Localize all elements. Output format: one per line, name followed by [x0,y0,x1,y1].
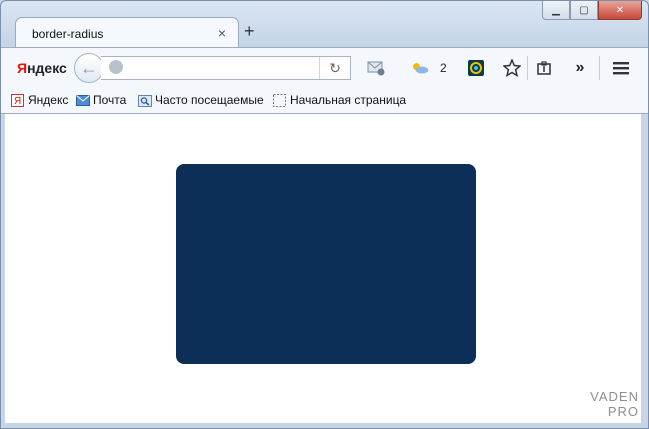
browser-window: ▁ ▢ ✕ border-radius × + Яндекс ← ↻ 2 » Я… [0,0,649,429]
bookmark-label: Часто посещаемые [155,93,264,107]
watermark-line-2: PRO [607,404,639,419]
close-window-button[interactable]: ✕ [598,1,642,20]
bookmarks-menu-icon[interactable] [535,59,553,77]
bookmark-yandex[interactable]: Я Яндекс [11,93,68,107]
globe-icon [109,60,123,74]
svg-text:Я: Я [14,96,21,107]
weather-icon[interactable] [411,59,429,77]
extension-icon[interactable] [467,59,485,77]
bookmark-mail[interactable]: Почта [76,93,126,107]
new-tab-button[interactable]: + [244,21,255,42]
hamburger-menu-icon[interactable] [612,59,630,77]
url-bar[interactable]: ↻ [101,56,351,80]
watermark-line-1: VADEN [590,389,639,404]
yandex-logo[interactable]: Яндекс [17,60,67,76]
blank-page-icon [273,93,286,107]
yandex-favicon-icon: Я [11,93,24,107]
navigation-toolbar: Яндекс ← ↻ 2 » [1,47,648,88]
yandex-logo-rest: ндекс [27,60,67,76]
tab-close-icon[interactable]: × [218,25,226,41]
bookmark-label: Яндекс [28,93,69,107]
tab-title: border-radius [32,27,104,41]
border-radius-demo-box [176,164,476,364]
maximize-button[interactable]: ▢ [570,1,598,20]
tab-border-radius[interactable]: border-radius × [15,17,239,48]
mail-notifier-icon[interactable] [367,59,385,77]
weather-temperature: 2 [440,61,447,75]
overflow-chevrons-icon[interactable]: » [571,59,589,77]
reload-button[interactable]: ↻ [319,57,350,79]
mail-favicon-icon [76,94,90,107]
bookmark-label: Начальная страница [290,93,407,107]
yandex-logo-first-letter: Я [17,60,28,76]
bookmark-star-icon[interactable] [503,59,521,77]
toolbar-separator [599,56,600,80]
back-button[interactable]: ← [74,53,104,83]
folder-search-icon [138,94,152,107]
bookmarks-toolbar: Я Яндекс Почта Часто посещаемые Начальна… [1,87,648,114]
bookmark-label: Почта [93,93,127,107]
page-content: VADEN PRO [5,114,641,423]
window-caption-buttons: ▁ ▢ ✕ [542,1,642,21]
minimize-button[interactable]: ▁ [542,1,570,20]
watermark: VADEN PRO [590,389,639,419]
toolbar-separator [527,56,528,80]
bookmark-frequent[interactable]: Часто посещаемые [138,93,264,107]
bookmark-start-page[interactable]: Начальная страница [273,93,406,107]
